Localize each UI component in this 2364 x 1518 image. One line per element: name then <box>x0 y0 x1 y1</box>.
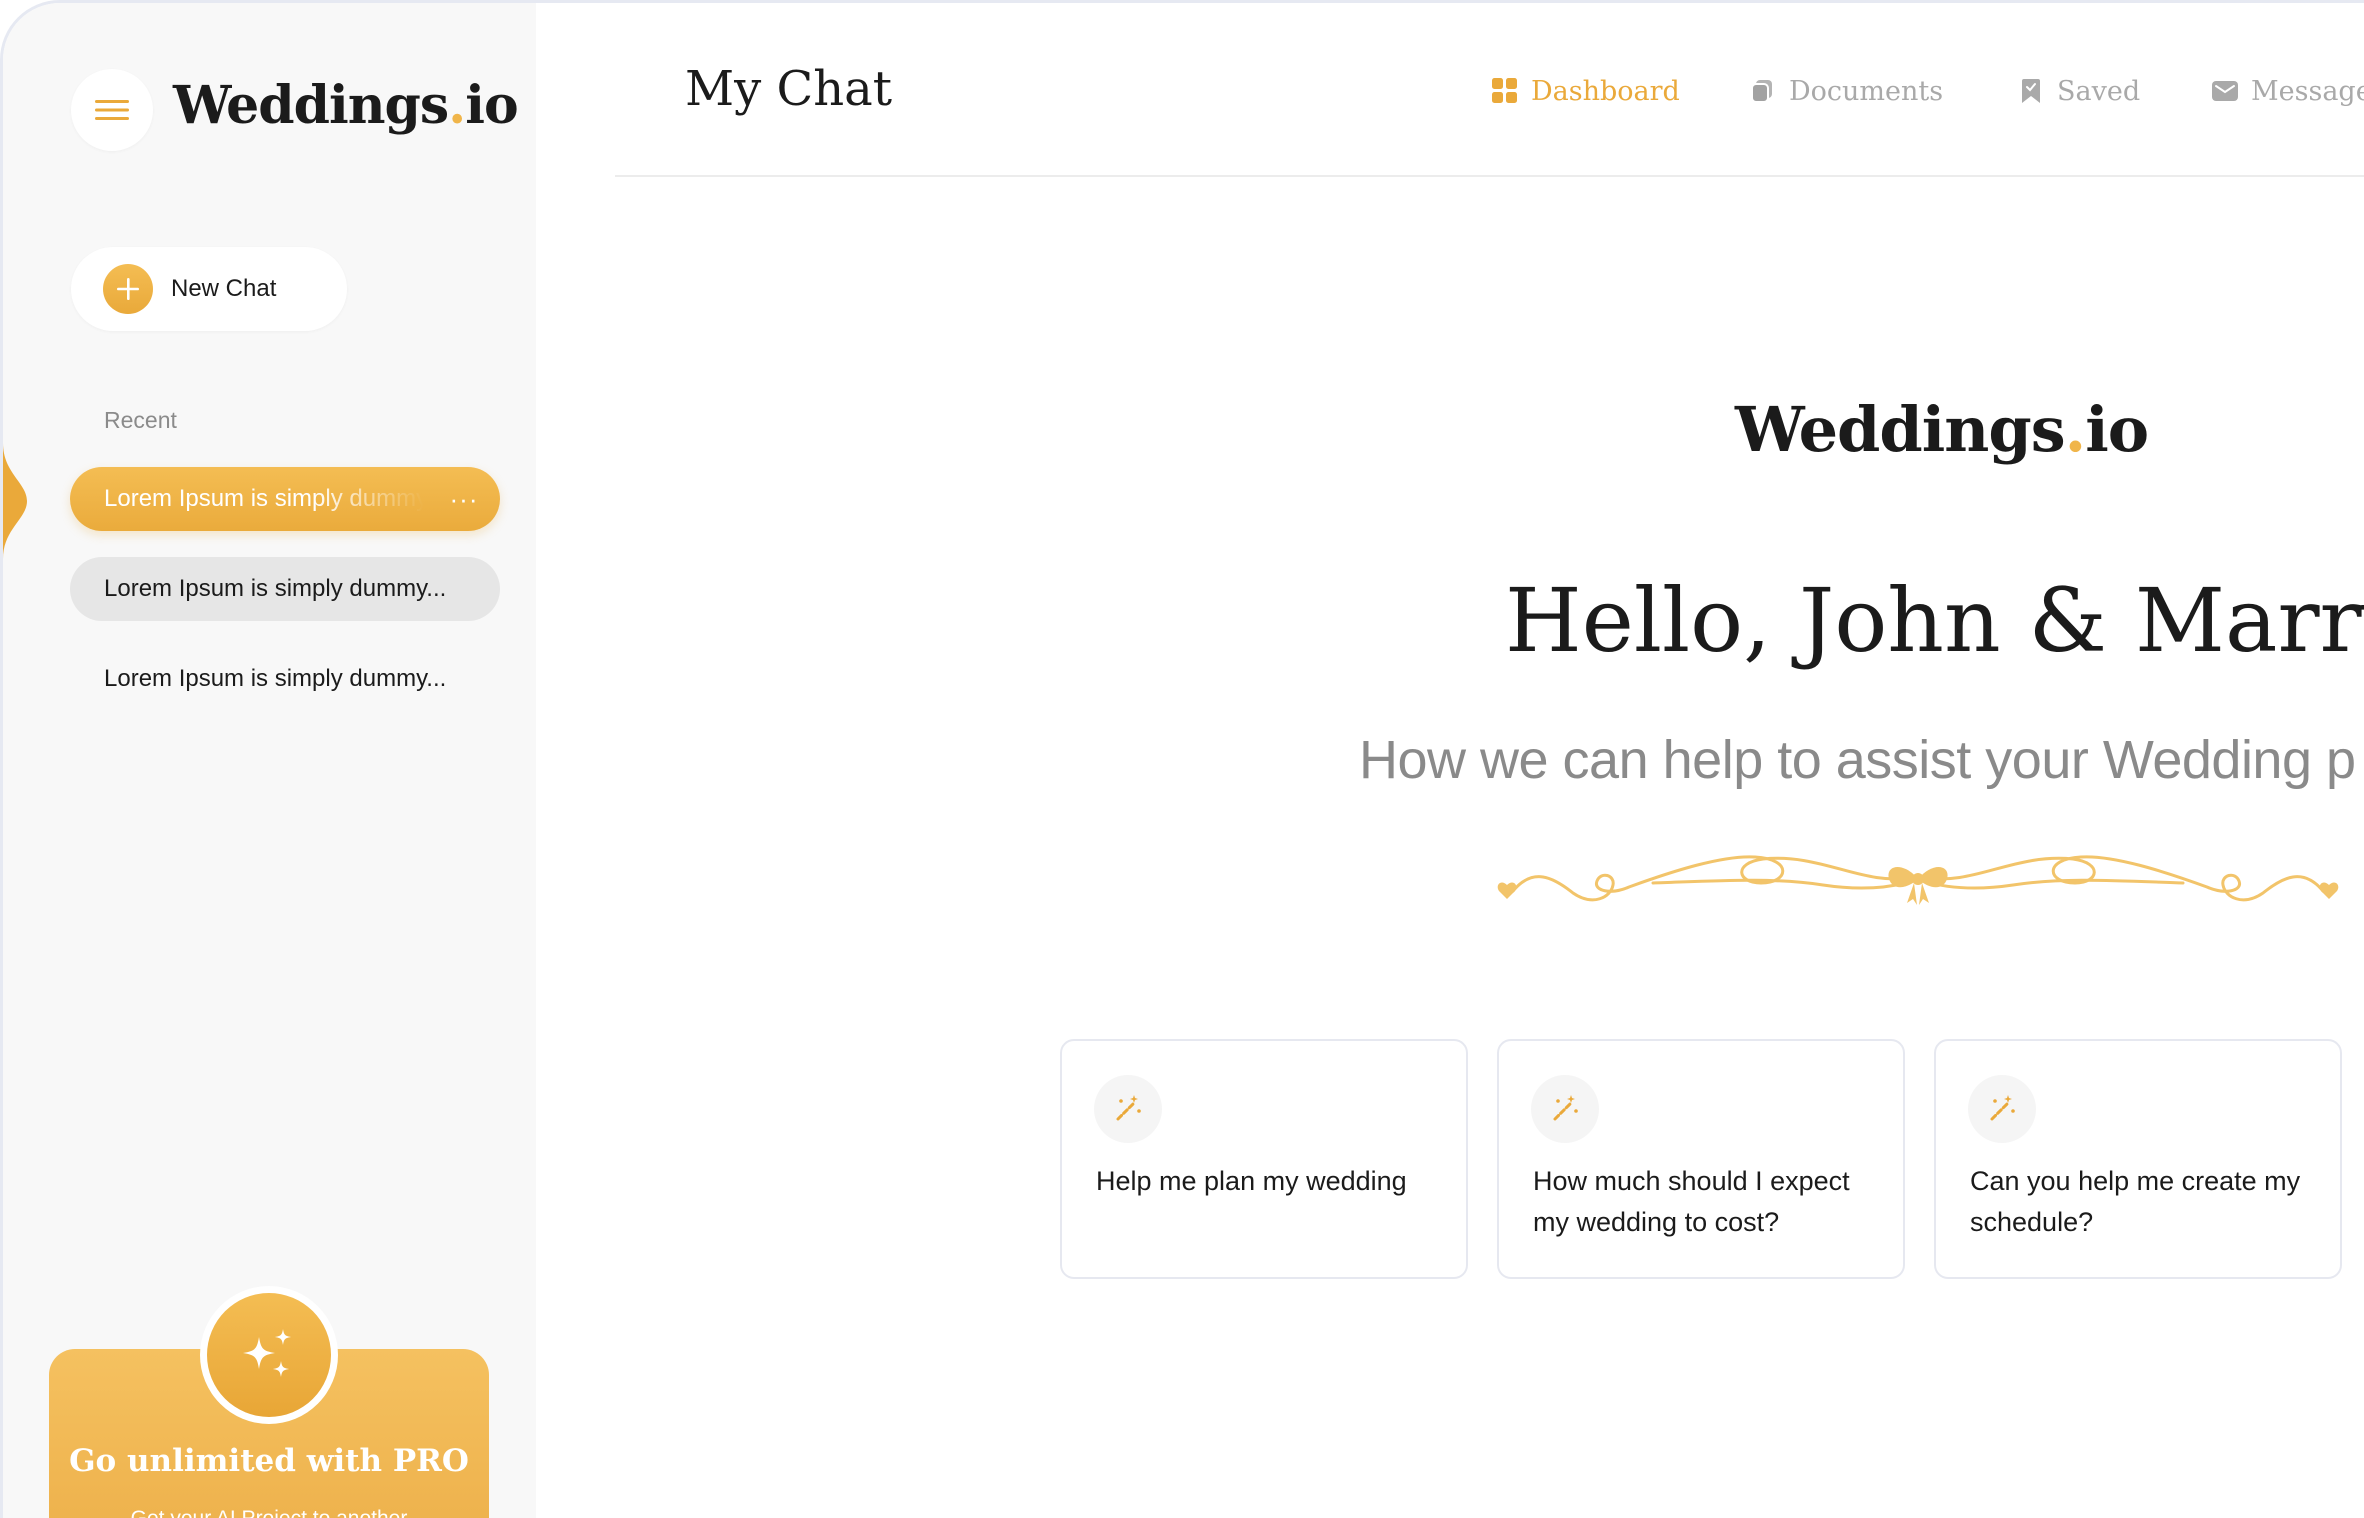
more-options-icon[interactable]: ··· <box>448 483 480 515</box>
nav-message[interactable]: Message <box>2211 71 2364 111</box>
app-window: Weddings.io New Chat Recent Lorem Ipsum … <box>0 0 2364 1518</box>
page-title: My Chat <box>685 61 893 117</box>
brand-logo: Weddings.io <box>173 75 519 136</box>
suggestion-text: Help me plan my wedding <box>1096 1166 1407 1196</box>
recent-chat-item[interactable]: Lorem Ipsum is simply dummy... <box>70 647 500 711</box>
pro-title: Go unlimited with PRO <box>69 1443 469 1479</box>
nav-documents[interactable]: Documents <box>1749 71 1943 111</box>
nav-label: Saved <box>2057 75 2141 107</box>
pro-badge <box>200 1286 338 1424</box>
recent-heading: Recent <box>104 407 177 433</box>
header-divider <box>615 175 2364 177</box>
grid-icon <box>1491 77 1519 105</box>
suggestion-text: How much should I expect my wedding to c… <box>1533 1166 1850 1237</box>
suggestion-card[interactable]: Help me plan my wedding <box>1060 1039 1468 1279</box>
suggestion-text: Can you help me create my schedule? <box>1970 1166 2301 1237</box>
magic-wand-icon <box>1094 1075 1162 1143</box>
nav-label: Documents <box>1789 75 1944 107</box>
mail-icon <box>2211 77 2239 105</box>
recent-chat-item[interactable]: Lorem Ipsum is simply dummy... <box>70 557 500 621</box>
decorative-flourish-icon <box>1497 855 2339 905</box>
menu-button[interactable] <box>71 69 153 151</box>
nav-dashboard[interactable]: Dashboard <box>1491 71 1680 111</box>
hamburger-icon <box>95 100 129 120</box>
bookmark-icon <box>2017 77 2045 105</box>
magic-wand-icon <box>1531 1075 1599 1143</box>
nav-label: Dashboard <box>1531 75 1680 107</box>
suggestion-card[interactable]: Can you help me create my schedule? <box>1934 1039 2342 1279</box>
new-chat-label: New Chat <box>171 275 277 302</box>
recent-chat-label: Lorem Ipsum is simply dummy... <box>104 575 447 602</box>
documents-icon <box>1749 77 1777 105</box>
nav-saved[interactable]: Saved <box>2017 71 2140 111</box>
new-chat-button[interactable]: New Chat <box>71 247 347 331</box>
active-indicator <box>3 443 27 559</box>
greeting-heading: Hello, John & Marry <box>1505 569 2364 672</box>
plus-icon <box>103 264 153 314</box>
recent-chat-label: Lorem Ipsum is simply dummy <box>104 485 424 512</box>
recent-chat-label: Lorem Ipsum is simply dummy... <box>104 665 447 692</box>
suggestion-card[interactable]: How much should I expect my wedding to c… <box>1497 1039 1905 1279</box>
magic-wand-icon <box>1968 1075 2036 1143</box>
pro-subtitle: Get your AI Project to another <box>49 1507 489 1518</box>
greeting-subtitle: How we can help to assist your Wedding p <box>1359 730 2356 790</box>
sparkles-icon <box>207 1293 331 1417</box>
hero-logo: Weddings.io <box>1735 393 2149 466</box>
recent-chat-item-active[interactable]: Lorem Ipsum is simply dummy ··· <box>70 467 500 531</box>
sidebar: Weddings.io New Chat Recent Lorem Ipsum … <box>3 3 536 1518</box>
nav-label: Message <box>2251 75 2364 107</box>
